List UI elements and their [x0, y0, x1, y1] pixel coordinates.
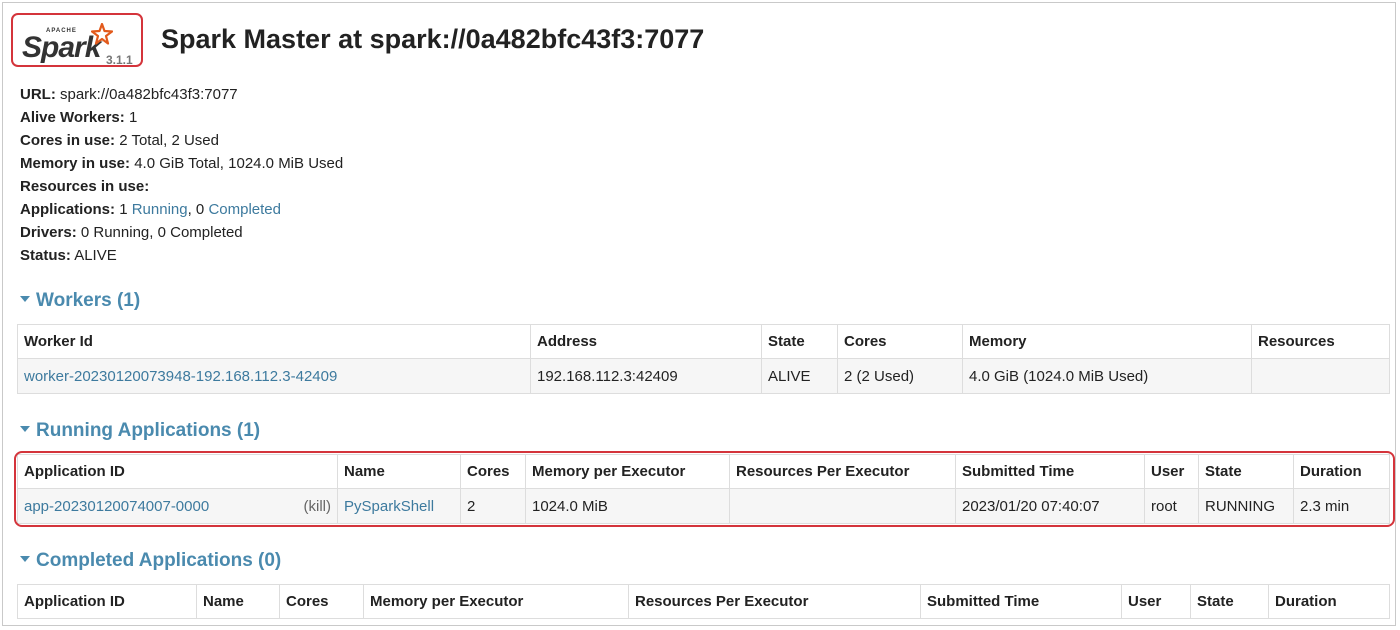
- worker-memory: 4.0 GiB (1024.0 MiB Used): [962, 358, 1252, 394]
- summary-alive-workers: Alive Workers: 1: [20, 106, 343, 129]
- spark-version: 3.1.1: [106, 53, 133, 67]
- col-name[interactable]: Name: [196, 584, 280, 619]
- app-cores: 2: [460, 488, 526, 524]
- summary-memory-label: Memory in use:: [20, 155, 131, 172]
- summary-resources: Resources in use:: [20, 175, 343, 198]
- col-worker-id[interactable]: Worker Id: [17, 324, 531, 359]
- spark-logo[interactable]: APACHE Spark 3.1.1: [11, 13, 143, 67]
- table-row: worker-20230120073948-192.168.112.3-4240…: [17, 358, 1390, 394]
- page-frame: APACHE Spark 3.1.1 Spark Master at spark…: [2, 2, 1396, 626]
- col-resources-per-executor[interactable]: Resources Per Executor: [729, 454, 956, 489]
- summary-resources-label: Resources in use:: [20, 178, 150, 195]
- summary-drivers-value: 0 Running, 0 Completed: [80, 224, 243, 241]
- summary-drivers-label: Drivers:: [20, 224, 77, 241]
- running-apps-table: Application ID Name Cores Memory per Exe…: [17, 454, 1390, 524]
- summary-cores: Cores in use: 2 Total, 2 Used: [20, 129, 343, 152]
- summary-url-value: spark://0a482bfc43f3:7077: [60, 86, 238, 103]
- col-duration[interactable]: Duration: [1268, 584, 1390, 619]
- col-cores[interactable]: Cores: [460, 454, 526, 489]
- summary-status-value: ALIVE: [74, 247, 117, 264]
- col-state[interactable]: State: [1190, 584, 1269, 619]
- completed-apps-section-header[interactable]: Completed Applications (0): [20, 550, 281, 572]
- worker-cores: 2 (2 Used): [837, 358, 963, 394]
- completed-apps-link[interactable]: Completed: [208, 201, 281, 218]
- col-application-id[interactable]: Application ID: [17, 584, 197, 619]
- running-apps-section-header[interactable]: Running Applications (1): [20, 420, 260, 442]
- workers-header-row: Worker Id Address State Cores Memory Res…: [17, 324, 1390, 359]
- summary-status: Status: ALIVE: [20, 244, 343, 267]
- collapse-caret-icon: [20, 296, 30, 303]
- workers-heading: Workers (1): [36, 290, 141, 311]
- workers-section-header[interactable]: Workers (1): [20, 290, 140, 312]
- summary-running-count: 1: [119, 201, 128, 218]
- app-id-link[interactable]: app-20230120074007-0000: [24, 498, 209, 515]
- col-address[interactable]: Address: [530, 324, 762, 359]
- col-memory-per-executor[interactable]: Memory per Executor: [363, 584, 629, 619]
- completed-apps-table: Application ID Name Cores Memory per Exe…: [17, 584, 1390, 619]
- logo-spark-text: Spark: [22, 31, 101, 64]
- summary-drivers: Drivers: 0 Running, 0 Completed: [20, 221, 343, 244]
- col-resources-per-executor[interactable]: Resources Per Executor: [628, 584, 921, 619]
- kill-app-button[interactable]: (kill): [304, 498, 332, 515]
- app-memory: 1024.0 MiB: [525, 488, 730, 524]
- col-resources[interactable]: Resources: [1251, 324, 1390, 359]
- app-id-cell: app-20230120074007-0000 (kill): [17, 488, 338, 524]
- app-resources: [729, 488, 956, 524]
- summary-completed-count: , 0: [187, 201, 205, 218]
- summary-alive-workers-value: 1: [128, 109, 138, 126]
- worker-resources: [1251, 358, 1390, 394]
- worker-address: 192.168.112.3:42409: [530, 358, 762, 394]
- summary-memory: Memory in use: 4.0 GiB Total, 1024.0 MiB…: [20, 152, 343, 175]
- running-apps-heading: Running Applications (1): [36, 420, 261, 441]
- worker-link[interactable]: worker-20230120073948-192.168.112.3-4240…: [24, 368, 337, 385]
- app-user: root: [1144, 488, 1199, 524]
- workers-table: Worker Id Address State Cores Memory Res…: [17, 324, 1390, 394]
- completed-apps-header-row: Application ID Name Cores Memory per Exe…: [17, 584, 1390, 619]
- col-submitted-time[interactable]: Submitted Time: [920, 584, 1122, 619]
- running-apps-header-row: Application ID Name Cores Memory per Exe…: [17, 454, 1390, 489]
- summary-applications: Applications: 1 Running, 0 Completed: [20, 198, 343, 221]
- summary-alive-workers-label: Alive Workers:: [20, 109, 125, 126]
- col-user[interactable]: User: [1144, 454, 1199, 489]
- col-state[interactable]: State: [761, 324, 838, 359]
- master-summary-list: URL: spark://0a482bfc43f3:7077 Alive Wor…: [20, 83, 343, 267]
- col-duration[interactable]: Duration: [1293, 454, 1390, 489]
- summary-url: URL: spark://0a482bfc43f3:7077: [20, 83, 343, 106]
- running-apps-link[interactable]: Running: [132, 201, 188, 218]
- summary-cores-value: 2 Total, 2 Used: [119, 132, 219, 149]
- col-memory-per-executor[interactable]: Memory per Executor: [525, 454, 730, 489]
- page-title: Spark Master at spark://0a482bfc43f3:707…: [161, 24, 705, 54]
- app-name-cell: PySparkShell: [337, 488, 461, 524]
- summary-applications-label: Applications:: [20, 201, 116, 218]
- col-name[interactable]: Name: [337, 454, 461, 489]
- spark-star-icon: [91, 23, 113, 45]
- col-cores[interactable]: Cores: [837, 324, 963, 359]
- app-submitted-time: 2023/01/20 07:40:07: [955, 488, 1145, 524]
- col-state[interactable]: State: [1198, 454, 1294, 489]
- summary-cores-label: Cores in use:: [20, 132, 116, 149]
- app-duration: 2.3 min: [1293, 488, 1390, 524]
- col-user[interactable]: User: [1121, 584, 1191, 619]
- worker-state: ALIVE: [761, 358, 838, 394]
- collapse-caret-icon: [20, 426, 30, 433]
- summary-memory-value: 4.0 GiB Total, 1024.0 MiB Used: [134, 155, 344, 172]
- summary-url-label: URL:: [20, 86, 56, 103]
- summary-status-label: Status:: [20, 247, 71, 264]
- worker-id-cell: worker-20230120073948-192.168.112.3-4240…: [17, 358, 531, 394]
- collapse-caret-icon: [20, 556, 30, 563]
- completed-apps-heading: Completed Applications (0): [36, 550, 282, 571]
- col-submitted-time[interactable]: Submitted Time: [955, 454, 1145, 489]
- col-memory[interactable]: Memory: [962, 324, 1252, 359]
- col-application-id[interactable]: Application ID: [17, 454, 338, 489]
- app-state: RUNNING: [1198, 488, 1294, 524]
- col-cores[interactable]: Cores: [279, 584, 364, 619]
- app-name-link[interactable]: PySparkShell: [344, 498, 434, 515]
- table-row: app-20230120074007-0000 (kill) PySparkSh…: [17, 488, 1390, 524]
